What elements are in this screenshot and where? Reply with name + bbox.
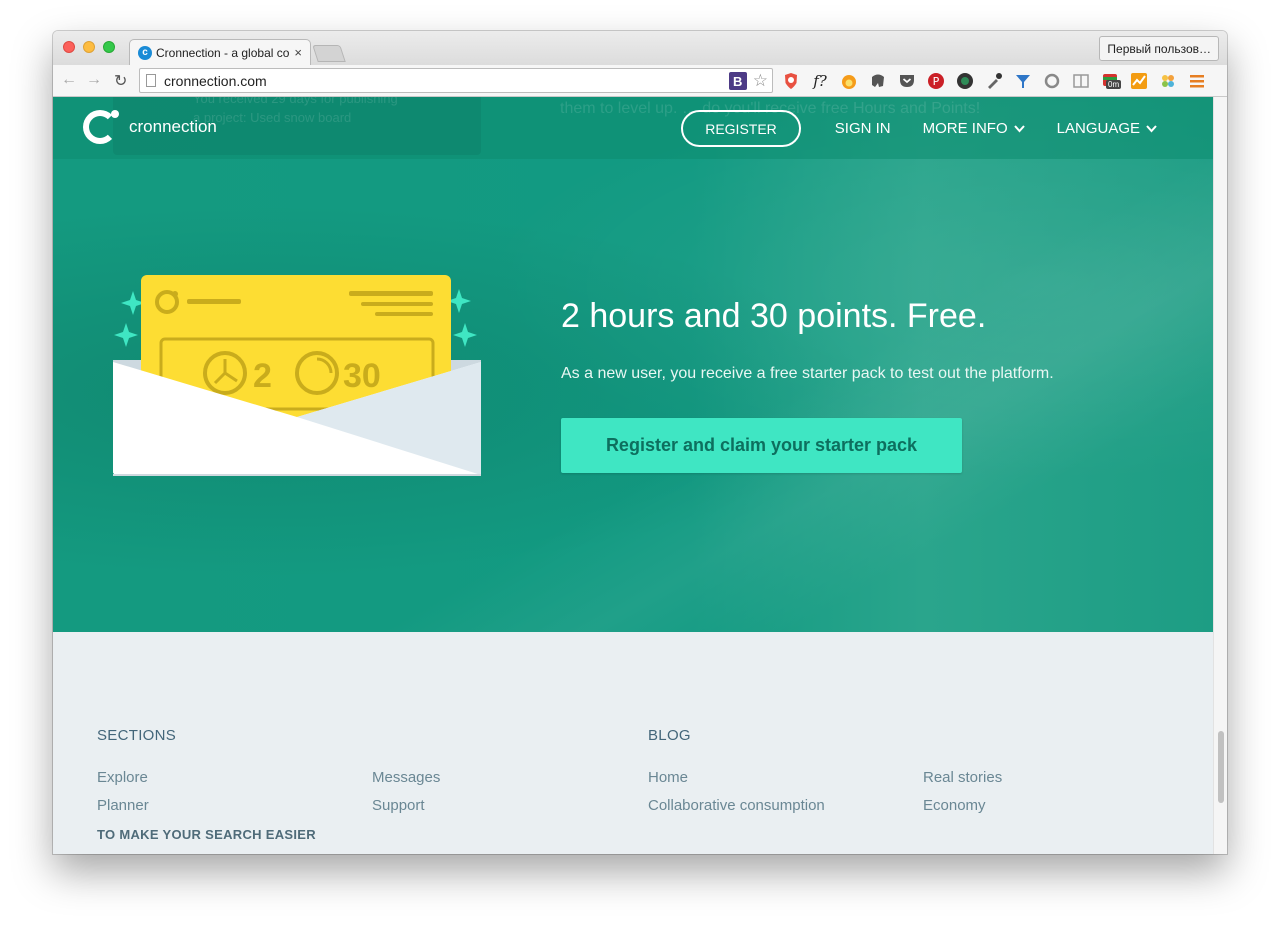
background-text-1: You received 29 days for publishing	[193, 97, 398, 106]
cronnection-logo-icon	[83, 110, 119, 144]
sign-in-link[interactable]: SIGN IN	[835, 120, 891, 137]
claim-starter-pack-button[interactable]: Register and claim your starter pack	[561, 418, 962, 473]
chevron-down-icon	[1146, 124, 1157, 132]
footer-link-real-stories[interactable]: Real stories	[923, 769, 1002, 786]
tab-title: Cronnection - a global coll	[156, 45, 291, 60]
elephant-icon[interactable]	[868, 71, 888, 91]
footer-sections-heading: SECTIONS	[97, 727, 177, 744]
timer-badge: 0m	[1106, 80, 1122, 89]
new-tab-button[interactable]	[312, 45, 346, 62]
page-icon	[146, 74, 156, 87]
extension-bar: f? P 0m	[781, 71, 1207, 91]
bookmark-star-icon[interactable]: ☆	[753, 71, 768, 91]
language-label: LANGUAGE	[1056, 120, 1140, 137]
site-header: You received 29 days for publishing a pr…	[53, 97, 1213, 159]
footer-search-heading: TO MAKE YOUR SEARCH EASIER	[97, 827, 316, 842]
hero-headline: 2 hours and 30 points. Free.	[561, 297, 987, 335]
footer-link-economy[interactable]: Economy	[923, 797, 986, 814]
chevron-down-icon	[1013, 124, 1025, 132]
refresh-icon[interactable]	[1042, 71, 1062, 91]
menu-icon[interactable]	[1187, 71, 1207, 91]
timer-icon[interactable]: 0m	[1100, 71, 1122, 91]
footer-link-messages[interactable]: Messages	[372, 769, 440, 786]
url-text: cronnection.com	[164, 72, 267, 89]
camera-icon[interactable]	[955, 71, 975, 91]
logo-text: cronnection	[129, 117, 217, 136]
register-button[interactable]: REGISTER	[681, 110, 801, 147]
footer-link-collaborative-consumption[interactable]: Collaborative consumption	[648, 797, 825, 814]
more-info-label: MORE INFO	[922, 120, 1008, 137]
footer-link-planner[interactable]: Planner	[97, 797, 149, 814]
window-controls	[63, 41, 115, 53]
logo[interactable]: cronnection	[83, 110, 217, 144]
back-arrow-icon[interactable]: ←	[61, 71, 77, 89]
font-icon[interactable]: f?	[810, 71, 830, 91]
omnibox-actions: B ☆	[728, 71, 768, 91]
hours-value: 2	[253, 357, 272, 395]
pocket-icon[interactable]	[897, 71, 917, 91]
address-bar[interactable]: cronnection.com B ☆	[139, 68, 773, 93]
title-bar: c Cronnection - a global coll × Первый п…	[53, 31, 1227, 65]
chart-icon[interactable]	[1129, 71, 1149, 91]
sign-in-label: SIGN IN	[834, 120, 891, 137]
close-window-button[interactable]	[63, 41, 75, 53]
bootstrap-extension-icon[interactable]: B	[728, 72, 747, 90]
browser-window: c Cronnection - a global coll × Первый п…	[53, 31, 1227, 854]
footer-link-home[interactable]: Home	[648, 769, 688, 786]
footer-link-explore[interactable]: Explore	[97, 769, 148, 786]
footer-blog-heading: BLOG	[648, 727, 691, 744]
maximize-window-button[interactable]	[103, 41, 115, 53]
main-nav: REGISTER SIGN IN MORE INFO LANGUAGE	[681, 110, 1157, 147]
tab-close-icon[interactable]: ×	[294, 45, 302, 60]
logo-dot	[111, 110, 119, 118]
shield-icon[interactable]	[781, 71, 801, 91]
page-scrollbar[interactable]	[1213, 97, 1227, 854]
fire-icon[interactable]	[839, 71, 859, 91]
footer: SECTIONS BLOG Explore Messages Planner S…	[53, 632, 1213, 854]
web-page: You received 29 days for publishing a pr…	[53, 97, 1213, 854]
minimize-window-button[interactable]	[83, 41, 95, 53]
reload-icon[interactable]: ↻	[114, 71, 127, 91]
hero-subtitle: As a new user, you receive a free starte…	[561, 365, 1054, 382]
sparkle-icon	[114, 323, 138, 347]
eyedropper-icon[interactable]	[984, 71, 1004, 91]
pinterest-icon[interactable]: P	[926, 71, 946, 91]
forward-arrow-icon[interactable]: →	[86, 71, 102, 89]
language-menu[interactable]: LANGUAGE	[1057, 120, 1157, 137]
starter-pack-envelope-illustration: 2 30	[113, 275, 481, 476]
more-info-menu[interactable]: MORE INFO	[923, 120, 1025, 137]
browser-toolbar: ← → ↻ cronnection.com B ☆ f? P 0m	[53, 65, 1227, 97]
points-value: 30	[343, 357, 381, 395]
scrollbar-thumb[interactable]	[1218, 731, 1224, 803]
cronnection-favicon-icon: c	[138, 45, 152, 60]
reader-icon[interactable]	[1071, 71, 1091, 91]
svg-text:P: P	[933, 75, 940, 88]
flower-icon[interactable]	[1158, 71, 1178, 91]
profile-button[interactable]: Первый пользов…	[1099, 36, 1219, 61]
tab-cronnection[interactable]: c Cronnection - a global coll ×	[129, 39, 311, 65]
sparkle-icon	[453, 323, 477, 347]
footer-link-support[interactable]: Support	[372, 797, 425, 814]
filter-icon[interactable]	[1013, 71, 1033, 91]
hero-section: You received 29 days for publishing a pr…	[53, 97, 1213, 632]
